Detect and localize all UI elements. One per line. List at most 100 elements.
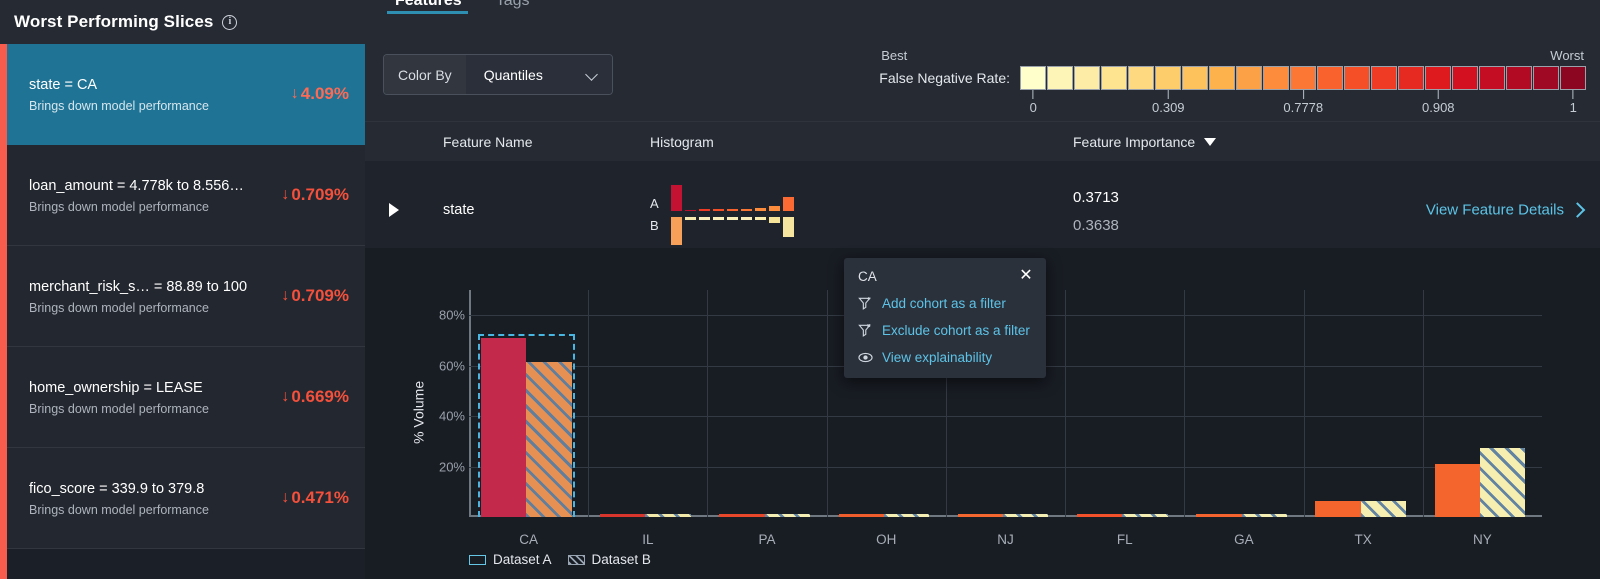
histogram-cell: AB: [650, 176, 800, 246]
chart-bar[interactable]: [719, 514, 765, 517]
chart-bar[interactable]: [600, 514, 646, 517]
slices-list: state = CA Brings down model performance ↓…: [0, 44, 365, 579]
chart-bar[interactable]: [883, 514, 930, 517]
histogram-bar-b[interactable]: [740, 216, 753, 221]
chart-gridline-horizontal: [469, 466, 1542, 468]
histogram-bar-b[interactable]: [754, 216, 767, 221]
cohort-context-menu[interactable]: CA ✕ Add cohort as a filter Exclude cohor…: [844, 258, 1046, 378]
legend-best-label: Best: [881, 48, 908, 63]
eye-icon: [858, 350, 873, 365]
tab-features[interactable]: Features: [379, 0, 480, 16]
close-icon[interactable]: ✕: [1018, 268, 1034, 284]
histogram-bar-a[interactable]: [782, 196, 795, 212]
chart-bar[interactable]: [480, 337, 527, 517]
color-by-control[interactable]: Color By Quantiles: [383, 54, 613, 95]
legend-tick: 0: [1030, 90, 1037, 115]
slice-subtitle: Brings down model performance: [29, 200, 209, 214]
context-menu-item[interactable]: Add cohort as a filter: [844, 290, 1046, 317]
histogram-row-label-a: A: [650, 196, 659, 211]
chart-x-tick-label: IL: [642, 532, 654, 547]
slice-delta: ↓ 0.471%: [281, 488, 349, 508]
histogram-bar-b[interactable]: [726, 216, 739, 221]
chart-bar[interactable]: [1241, 514, 1287, 517]
slice-delta-value: 0.709%: [291, 185, 349, 204]
chart-bar[interactable]: [1434, 464, 1480, 517]
tab-features-label: Features: [395, 0, 462, 9]
chart-legend-item-dataset-a[interactable]: Dataset A: [469, 552, 552, 567]
legend-tick-label: 1: [1569, 100, 1577, 115]
histogram-bar-a[interactable]: [768, 205, 781, 212]
slice-subtitle: Brings down model performance: [29, 301, 209, 315]
chart-bar[interactable]: [1480, 447, 1526, 517]
column-header-histogram[interactable]: Histogram: [650, 134, 714, 150]
worst-performing-slices-panel: Worst Performing Slices i state = CA Brin…: [0, 0, 365, 579]
histogram-bar-a[interactable]: [726, 208, 739, 212]
histogram-bar-b[interactable]: [768, 216, 781, 224]
color-swatch: [1398, 66, 1424, 90]
histogram-bar-b[interactable]: [684, 216, 697, 221]
legend-tick-label: 0.7778: [1283, 100, 1324, 115]
slice-item[interactable]: loan_amount = 4.778k to 8.556… Brings dow…: [7, 145, 365, 246]
chart-legend-label-b: Dataset B: [591, 552, 651, 567]
color-swatch: [1074, 66, 1100, 90]
expand-triangle-icon[interactable]: [389, 202, 399, 217]
color-swatch: [1128, 66, 1154, 90]
color-by-select[interactable]: Quantiles: [465, 55, 612, 94]
table-row[interactable]: state AB 0.3713 0.3638 View Feature Deta…: [365, 161, 1600, 259]
color-swatch: [1317, 66, 1343, 90]
color-swatch: [1155, 66, 1181, 90]
histogram-bar-b[interactable]: [712, 216, 725, 221]
histogram-bar-a[interactable]: [698, 208, 711, 212]
chart-bar[interactable]: [1122, 514, 1168, 517]
context-menu-item[interactable]: Exclude cohort as a filter: [844, 317, 1046, 344]
histogram-bar-a[interactable]: [712, 208, 725, 212]
view-feature-details-link[interactable]: View Feature Details: [1426, 201, 1582, 218]
legend-tick: 0.309: [1152, 90, 1185, 115]
column-header-feature-importance[interactable]: Feature Importance: [1073, 134, 1217, 150]
chart-bar[interactable]: [645, 514, 691, 517]
legend-tick-line: [1032, 90, 1034, 99]
app-root: Worst Performing Slices i state = CA Brin…: [0, 0, 1600, 579]
color-swatch: [1047, 66, 1073, 90]
color-swatches: [1020, 66, 1586, 90]
chart-legend-item-dataset-b[interactable]: Dataset B: [567, 552, 651, 567]
chart-gridline-vertical: [1184, 290, 1186, 517]
chart-bar[interactable]: [1360, 500, 1407, 517]
chart-bar[interactable]: [838, 514, 884, 517]
page-title: Worst Performing Slices: [14, 12, 214, 31]
color-swatch: [1371, 66, 1397, 90]
chart-bar[interactable]: [526, 361, 572, 517]
chart-bar[interactable]: [1315, 500, 1361, 517]
context-menu-item[interactable]: View explainability: [844, 344, 1046, 371]
slice-delta-value: 0.471%: [291, 488, 349, 507]
info-icon[interactable]: i: [222, 14, 238, 30]
color-swatch: [1290, 66, 1316, 90]
slice-item[interactable]: merchant_risk_s… = 88.89 to 100 Brings do…: [7, 246, 365, 347]
color-swatch: [1560, 66, 1586, 90]
slice-item[interactable]: home_ownership = LEASE Brings down model …: [7, 347, 365, 448]
chart-bar[interactable]: [1077, 514, 1123, 517]
histogram-bar-b[interactable]: [670, 216, 683, 246]
slice-subtitle: Brings down model performance: [29, 503, 209, 517]
slice-subtitle: Brings down model performance: [29, 99, 209, 113]
histogram-bar-a[interactable]: [754, 207, 767, 212]
tab-bar: Features Tags: [365, 0, 1600, 24]
table-header: Feature Name Histogram Feature Importanc…: [365, 121, 1600, 161]
context-menu-item-label: View explainability: [882, 350, 993, 365]
legend-tick-line: [1167, 90, 1169, 99]
chart-bar[interactable]: [1196, 514, 1242, 517]
histogram-bar-a[interactable]: [684, 209, 697, 212]
chart-bar[interactable]: [1003, 514, 1049, 517]
column-header-feature-name[interactable]: Feature Name: [443, 134, 532, 150]
histogram-bar-b[interactable]: [698, 216, 711, 221]
chart-y-axis-ticks: 20% 40% 60% 80%: [405, 248, 465, 579]
chart-bar[interactable]: [957, 514, 1004, 517]
histogram-bar-a[interactable]: [740, 208, 753, 212]
histogram-bar-a[interactable]: [670, 184, 683, 212]
slice-item[interactable]: state = CA Brings down model performance ↓…: [7, 44, 365, 145]
slice-item[interactable]: fico_score = 339.9 to 379.8 Brings down m…: [7, 448, 365, 549]
slice-delta: ↓ 0.669%: [281, 387, 349, 407]
histogram-bar-b[interactable]: [782, 216, 795, 238]
tab-tags[interactable]: Tags: [480, 0, 548, 16]
chart-bar[interactable]: [764, 514, 810, 517]
